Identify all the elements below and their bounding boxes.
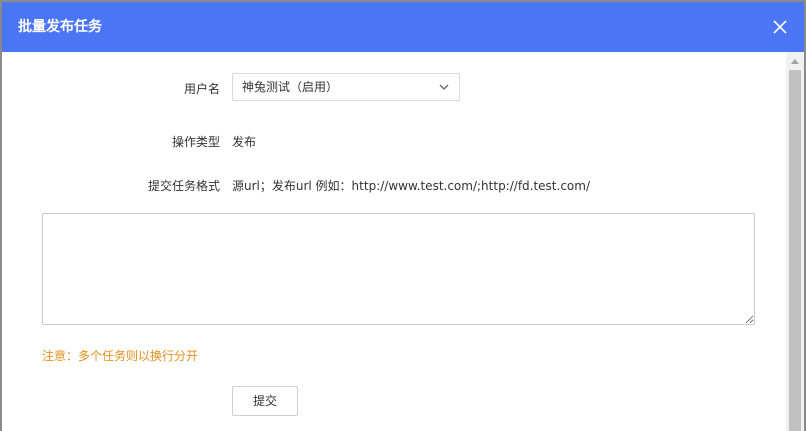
close-icon[interactable] (770, 17, 790, 37)
multi-task-note: 注意：多个任务则以换行分开 (42, 349, 199, 363)
scrollbar-thumb[interactable] (789, 70, 801, 431)
task-format-hint: 源url；发布url 例如：http://www.test.com/;http:… (232, 179, 591, 193)
tasks-textarea[interactable] (42, 213, 755, 325)
dialog-body: 用户名 神兔测试（启用） 操作类型 发布 提交任务格式 源url；发布url 例… (2, 52, 786, 431)
operation-type-label: 操作类型 (171, 135, 220, 149)
dialog-titlebar: 批量发布任务 (2, 2, 804, 52)
scroll-up-arrow-icon[interactable] (791, 59, 799, 64)
username-label: 用户名 (183, 82, 220, 96)
task-format-label: 提交任务格式 (147, 179, 220, 193)
batch-publish-dialog: 批量发布任务 用户名 神兔测试（启用） 操作类型 发布 提交任务格式 源url；… (2, 2, 804, 431)
dialog-title: 批量发布任务 (18, 19, 102, 35)
operation-type-value: 发布 (232, 135, 257, 149)
vertical-scrollbar[interactable] (786, 52, 804, 431)
chevron-down-icon (439, 84, 449, 90)
submit-button[interactable]: 提交 (232, 386, 298, 416)
username-selected-value: 神兔测试（启用） (242, 80, 339, 94)
username-select[interactable]: 神兔测试（启用） (232, 73, 460, 101)
